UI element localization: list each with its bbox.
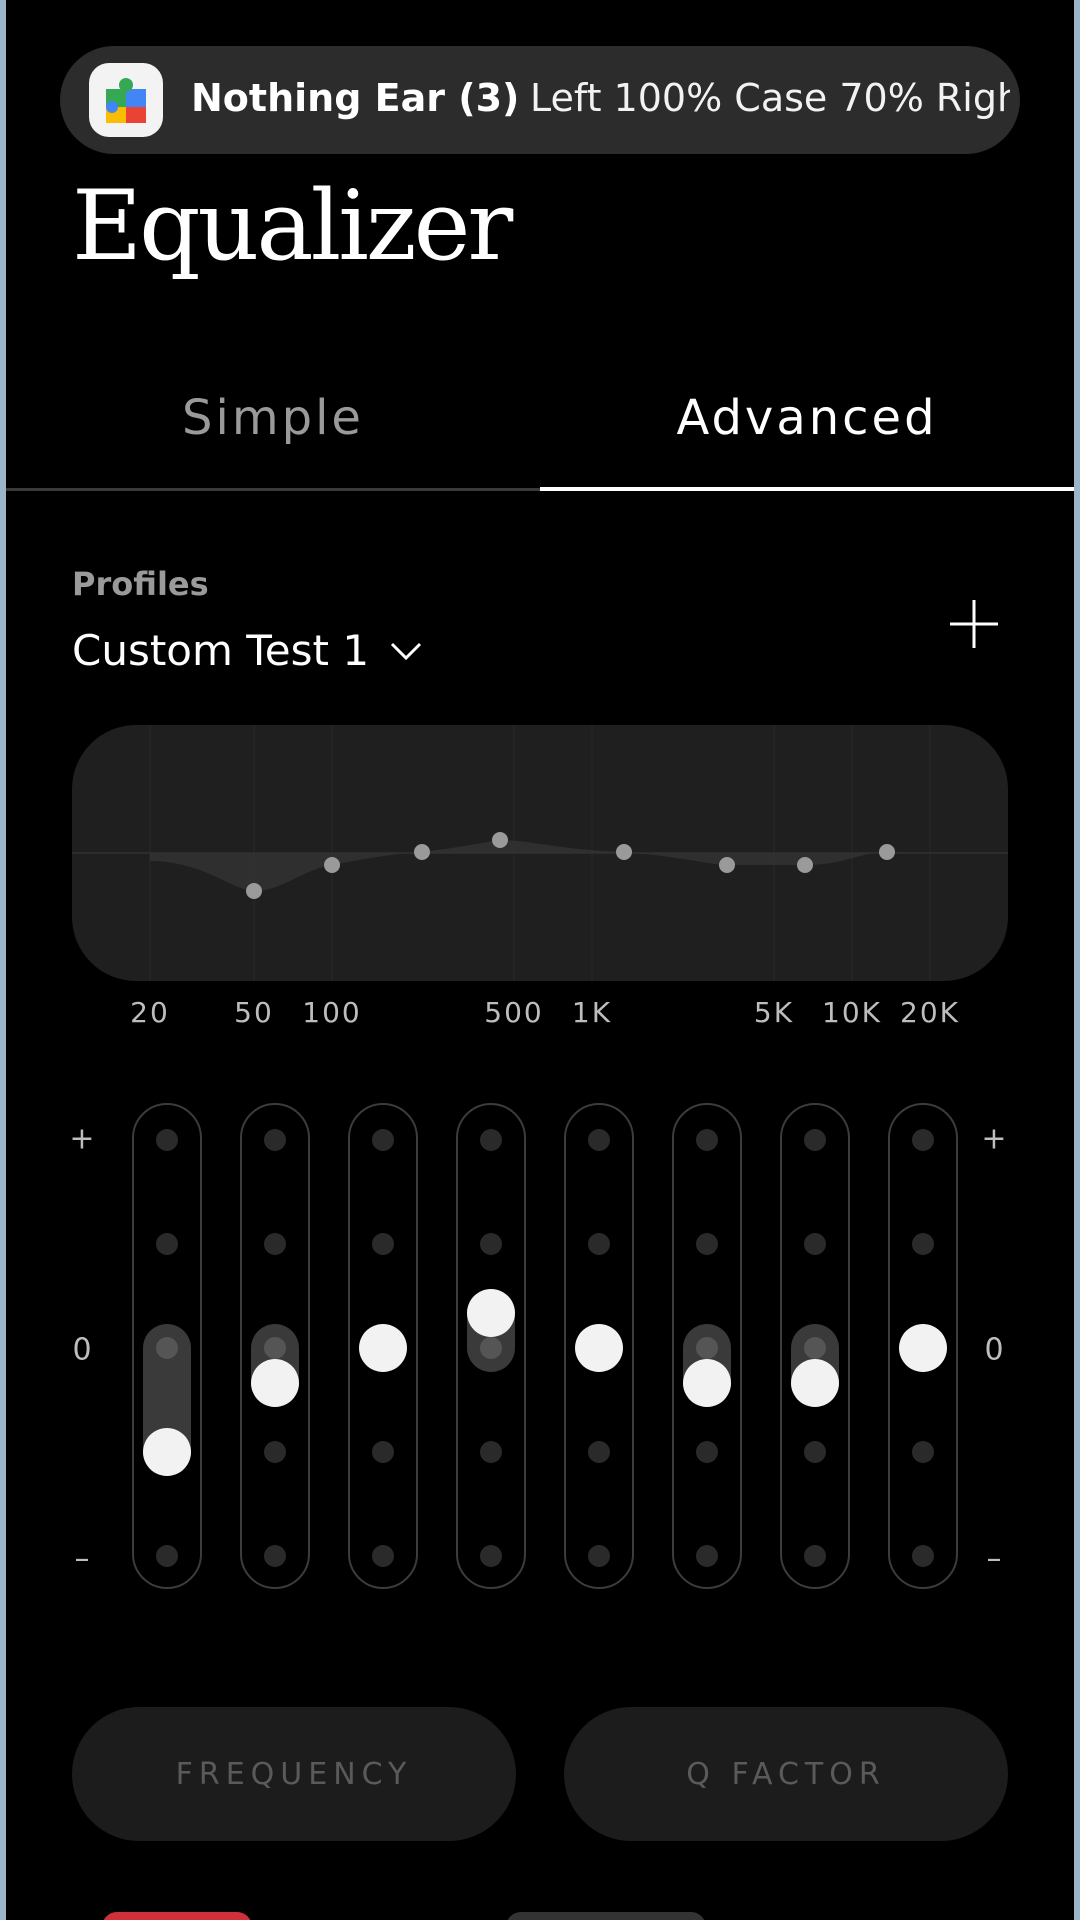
eq-point	[879, 844, 895, 860]
slider-step-dot	[156, 1129, 178, 1151]
eq-band-slider-7[interactable]	[780, 1103, 850, 1589]
plus-icon	[950, 600, 998, 648]
freq-label-20k: 20K	[900, 996, 960, 1029]
slider-step-dot	[804, 1129, 826, 1151]
bottom-red-pill[interactable]	[102, 1912, 252, 1920]
slider-step-dot	[912, 1545, 934, 1567]
slider-step-dot	[372, 1441, 394, 1463]
slider-knob[interactable]	[359, 1324, 407, 1372]
gain-minus-label-right: –	[986, 1541, 1002, 1577]
slider-step-dot	[264, 1545, 286, 1567]
page-title: Equalizer	[72, 170, 513, 282]
freq-label-20: 20	[130, 996, 170, 1029]
slider-step-dot	[588, 1545, 610, 1567]
gain-zero-label-right: 0	[984, 1332, 1004, 1368]
slider-step-dot	[696, 1233, 718, 1255]
bottom-grey-pill[interactable]	[506, 1912, 706, 1920]
tab-selected-indicator	[540, 487, 1074, 491]
gain-plus-label-right: +	[981, 1121, 1007, 1157]
frequency-button[interactable]: FREQUENCY	[72, 1707, 516, 1841]
eq-point	[719, 857, 735, 873]
freq-label-1k: 1K	[571, 996, 613, 1029]
slider-step-dot	[696, 1129, 718, 1151]
slider-step-dot	[264, 1233, 286, 1255]
slider-step-dot	[372, 1545, 394, 1567]
slider-step-dot	[372, 1129, 394, 1151]
profile-dropdown[interactable]: Custom Test 1	[72, 626, 423, 675]
slider-step-dot	[480, 1233, 502, 1255]
tab-simple[interactable]: Simple	[6, 390, 540, 446]
slider-knob[interactable]	[791, 1359, 839, 1408]
slider-step-dot	[588, 1441, 610, 1463]
freq-label-5k: 5K	[753, 996, 795, 1029]
slider-step-dot	[480, 1129, 502, 1151]
slider-knob[interactable]	[683, 1359, 731, 1408]
notification-title: Nothing Ear (3)	[191, 76, 520, 120]
eq-band-slider-5[interactable]	[564, 1103, 634, 1589]
slider-step-dot	[804, 1233, 826, 1255]
gain-minus-label-left: –	[74, 1541, 90, 1577]
eq-point	[324, 857, 340, 873]
slider-step-dot	[156, 1545, 178, 1567]
notification-text: Left 100% Case 70% Right...	[530, 76, 1010, 120]
slider-step-dot	[696, 1545, 718, 1567]
slider-step-dot	[588, 1233, 610, 1255]
slider-zero-dot	[156, 1337, 178, 1359]
eq-band-slider-6[interactable]	[672, 1103, 742, 1589]
slider-knob[interactable]	[899, 1324, 947, 1372]
slider-step-dot	[696, 1441, 718, 1463]
chevron-down-icon	[390, 642, 422, 660]
eq-point	[414, 844, 430, 860]
slider-step-dot	[480, 1441, 502, 1463]
profile-selected-value: Custom Test 1	[72, 626, 370, 675]
slider-step-dot	[804, 1545, 826, 1567]
notification-pill[interactable]: Nothing Ear (3) Left 100% Case 70% Right…	[60, 46, 1020, 154]
freq-label-50: 50	[234, 996, 274, 1029]
eq-point	[492, 832, 508, 848]
app-screen: Nothing Ear (3) Left 100% Case 70% Right…	[6, 0, 1074, 1920]
slider-step-dot	[912, 1441, 934, 1463]
eq-band-slider-3[interactable]	[348, 1103, 418, 1589]
slider-zero-dot	[264, 1337, 286, 1359]
q-factor-button[interactable]: Q FACTOR	[564, 1707, 1008, 1841]
slider-step-dot	[264, 1129, 286, 1151]
slider-step-dot	[372, 1233, 394, 1255]
slider-step-dot	[912, 1233, 934, 1255]
slider-knob[interactable]	[143, 1428, 191, 1476]
slider-step-dot	[804, 1441, 826, 1463]
slider-step-dot	[480, 1545, 502, 1567]
profiles-label: Profiles	[72, 565, 209, 603]
eq-curve-graph	[72, 725, 1008, 981]
slider-knob[interactable]	[467, 1288, 515, 1337]
slider-step-dot	[912, 1129, 934, 1151]
eq-band-slider-8[interactable]	[888, 1103, 958, 1589]
slider-step-dot	[588, 1129, 610, 1151]
eq-band-slider-1[interactable]	[132, 1103, 202, 1589]
eq-band-slider-2[interactable]	[240, 1103, 310, 1589]
slider-zero-dot	[696, 1337, 718, 1359]
freq-label-100: 100	[302, 996, 362, 1029]
eq-band-slider-4[interactable]	[456, 1103, 526, 1589]
slider-knob[interactable]	[575, 1324, 623, 1372]
slider-step-dot	[264, 1441, 286, 1463]
eq-point	[246, 883, 262, 899]
freq-label-10k: 10K	[822, 996, 882, 1029]
eq-point	[797, 857, 813, 873]
eq-point	[616, 844, 632, 860]
freq-label-500: 500	[484, 996, 544, 1029]
slider-zero-dot	[804, 1337, 826, 1359]
slider-step-dot	[156, 1233, 178, 1255]
tab-advanced[interactable]: Advanced	[540, 390, 1074, 446]
add-profile-button[interactable]	[946, 596, 1002, 652]
google-play-services-icon	[89, 63, 163, 137]
gain-plus-label-left: +	[69, 1121, 95, 1157]
slider-zero-dot	[480, 1337, 502, 1359]
gain-zero-label-left: 0	[72, 1332, 92, 1368]
slider-knob[interactable]	[251, 1359, 299, 1408]
